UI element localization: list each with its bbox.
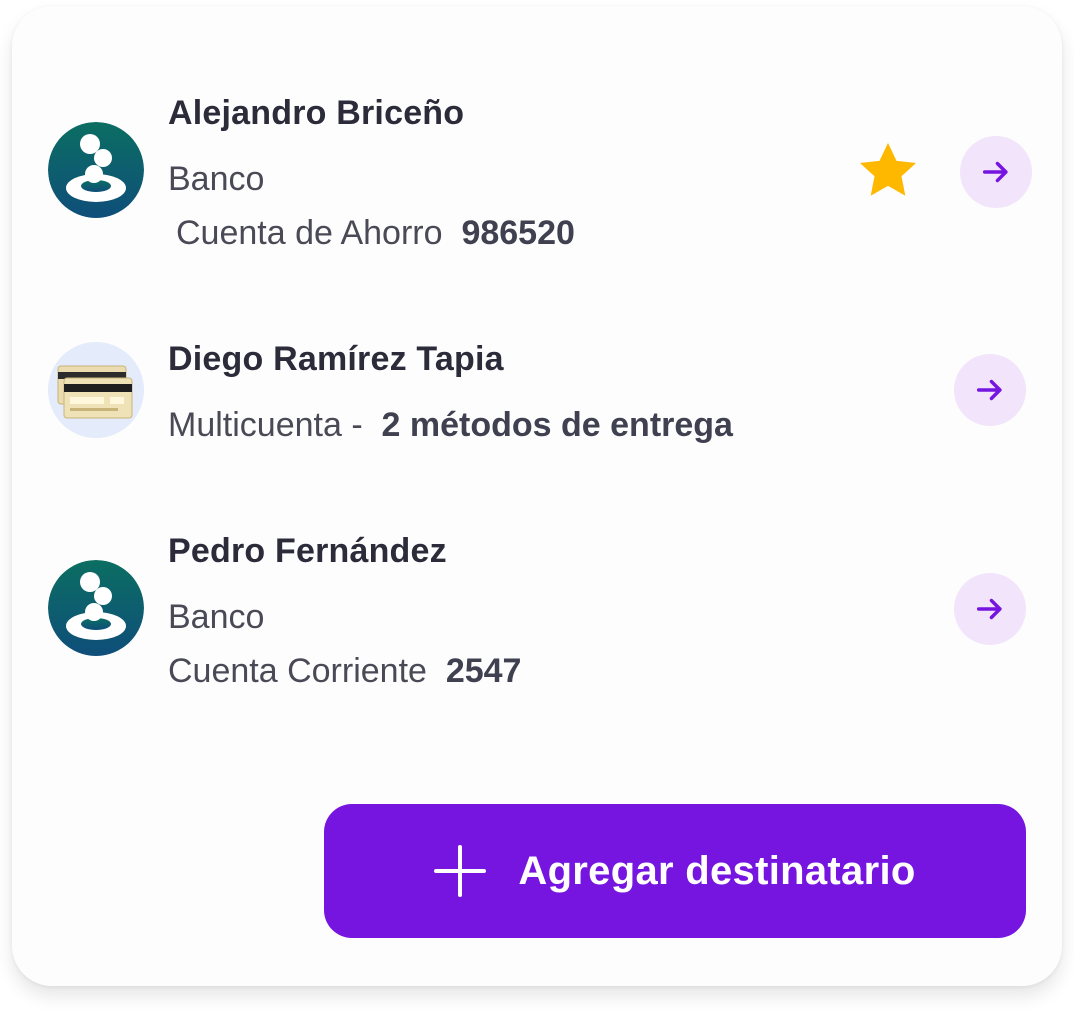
plus-icon: [434, 845, 487, 897]
account-type: Cuenta Corriente: [168, 652, 427, 690]
add-recipient-label: Agregar destinatario: [518, 848, 916, 893]
add-recipient-button[interactable]: Agregar destinatario: [324, 804, 1026, 938]
recipient-bank: Banco: [168, 598, 265, 636]
arrow-right-icon: [982, 161, 1008, 183]
cards-icon: [48, 342, 144, 438]
account-type: Cuenta de Ahorro: [176, 214, 443, 252]
recipient-name: Pedro Fernández: [168, 532, 447, 570]
arrow-right-icon: [976, 598, 1002, 620]
recipients-card: Alejandro Briceño Banco Cuenta de Ahorro…: [12, 6, 1062, 986]
go-button[interactable]: [954, 354, 1026, 426]
account-number: 2547: [445, 652, 522, 690]
delivery-methods-count: 2 métodos de entrega: [381, 406, 733, 444]
recipient-account: Cuenta de Ahorro 986520: [176, 214, 575, 253]
recipient-bank: Banco: [168, 160, 265, 198]
multicuenta-label: Multicuenta -: [168, 406, 363, 444]
bank-logo-icon: [48, 122, 144, 218]
recipient-delivery-methods: Multicuenta - 2 métodos de entrega: [168, 406, 733, 445]
go-button[interactable]: [954, 573, 1026, 645]
recipient-name: Alejandro Briceño: [168, 94, 465, 132]
recipient-name: Diego Ramírez Tapia: [168, 340, 504, 378]
recipient-account: Cuenta Corriente 2547: [168, 652, 521, 691]
star-icon[interactable]: [855, 138, 921, 204]
account-number: 986520: [461, 214, 575, 252]
arrow-right-icon: [976, 379, 1002, 401]
bank-logo-icon: [48, 560, 144, 656]
go-button[interactable]: [960, 136, 1032, 208]
